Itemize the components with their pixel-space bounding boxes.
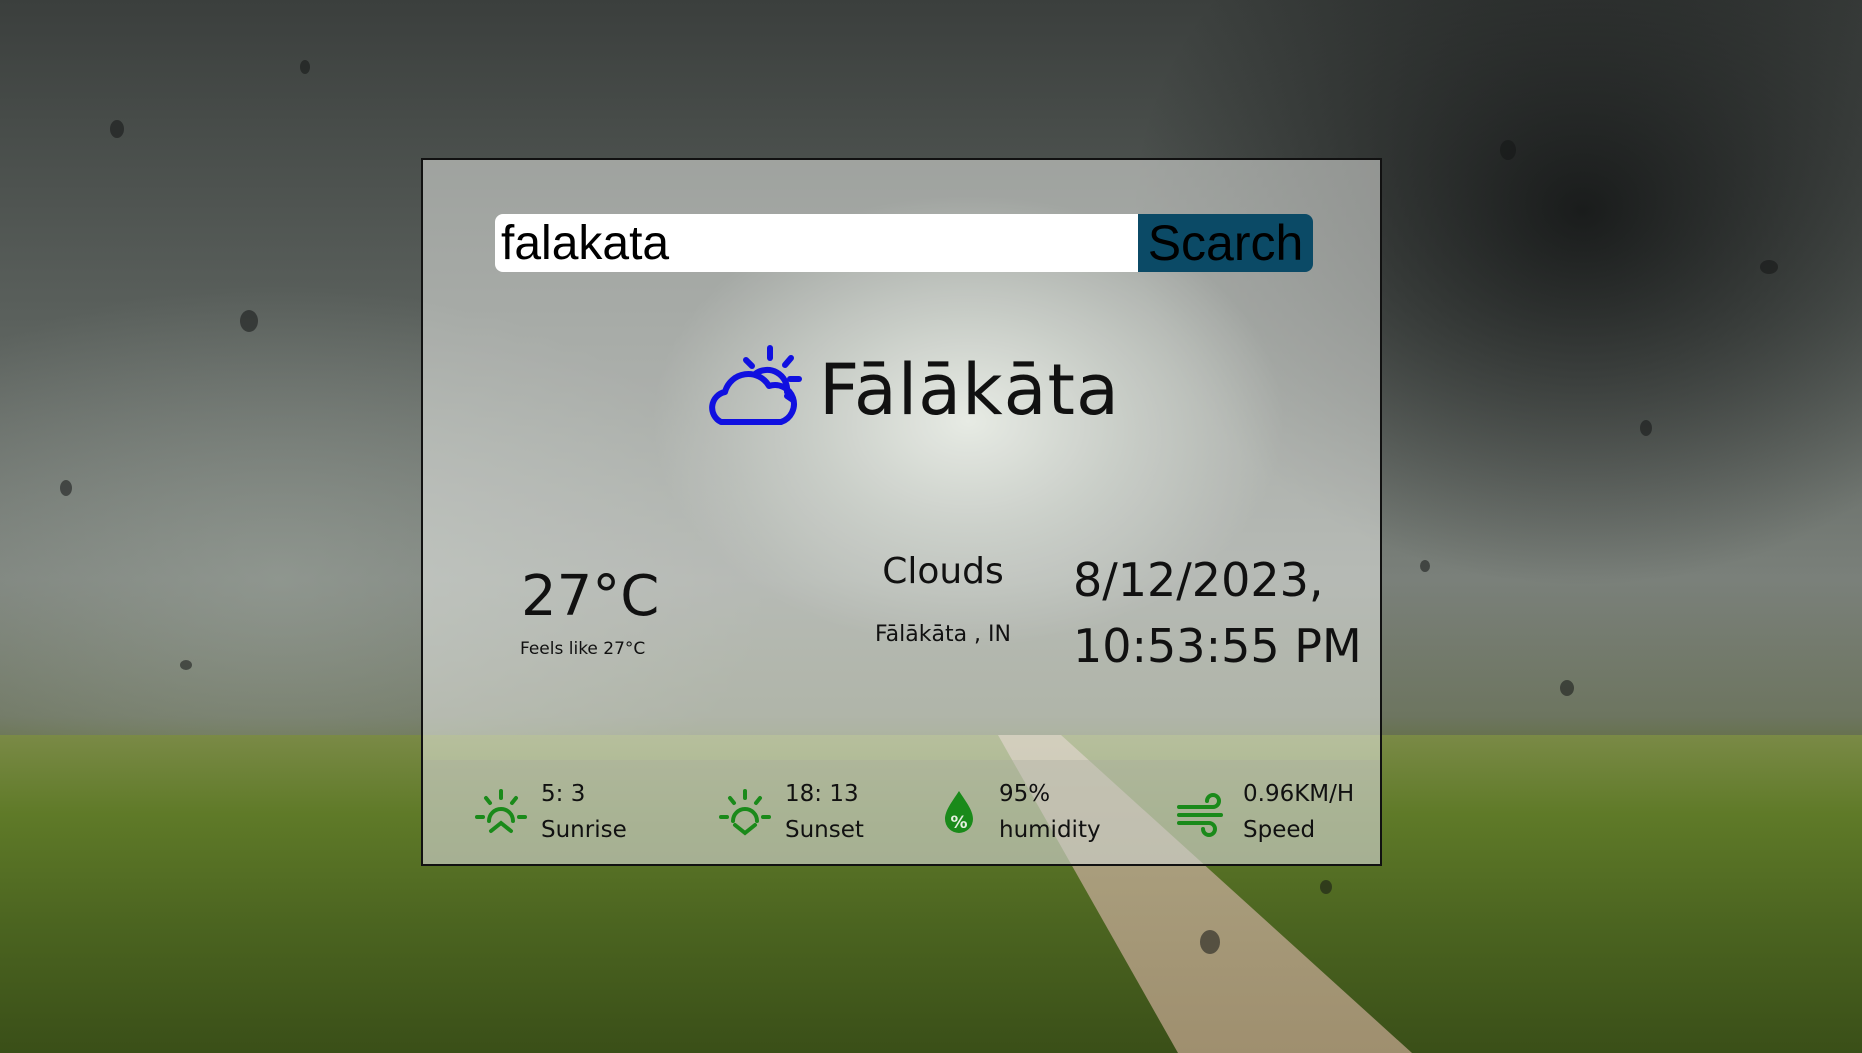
city-name: Fālākāta	[819, 349, 1120, 431]
sunset-icon	[719, 789, 771, 836]
date-label: 8/12/2023,	[1073, 553, 1324, 607]
sunset-value: 18: 13	[785, 781, 859, 807]
humidity-drop-icon: %	[945, 791, 973, 833]
sunrise-value: 5: 3	[541, 781, 586, 807]
sunset-label: Sunset	[785, 817, 864, 843]
city-header: Fālākāta	[703, 340, 1120, 440]
cloud-sun-icon	[709, 345, 802, 425]
date-time: 8/12/2023, 10:53:55 PM	[1073, 547, 1362, 679]
stat-sunrise: 5: 3 Sunrise	[473, 760, 627, 864]
wind-icon	[1177, 793, 1223, 837]
temperature: 27°C	[521, 564, 660, 629]
svg-text:%: %	[950, 813, 967, 833]
wind-label: Speed	[1243, 817, 1316, 843]
wind-value: 0.96KM/H	[1243, 781, 1355, 807]
weather-condition: Clouds	[882, 551, 1004, 592]
search-input[interactable]	[495, 214, 1138, 272]
humidity-label: humidity	[999, 817, 1101, 843]
sunrise-icon	[475, 789, 527, 833]
stat-humidity: % 95% humidity	[931, 760, 1101, 864]
feels-like: Feels like 27°C	[520, 639, 646, 659]
stat-wind: 0.96KM/H Speed	[1175, 760, 1354, 864]
stats-bar: 5: 3 Sunrise 18: 13 Sunset % 95% humidit…	[423, 760, 1380, 864]
sunrise-label: Sunrise	[541, 817, 627, 843]
weather-card: Scarch Fālākāta 27°C Feels like 27°C Clo…	[421, 158, 1382, 866]
time-label: 10:53:55 PM	[1073, 619, 1362, 673]
location-label: Fālākāta , IN	[875, 622, 1011, 647]
search-bar: Scarch	[495, 214, 1313, 272]
humidity-value: 95%	[999, 781, 1051, 807]
stat-sunset: 18: 13 Sunset	[717, 760, 864, 864]
search-button[interactable]: Scarch	[1138, 214, 1313, 272]
